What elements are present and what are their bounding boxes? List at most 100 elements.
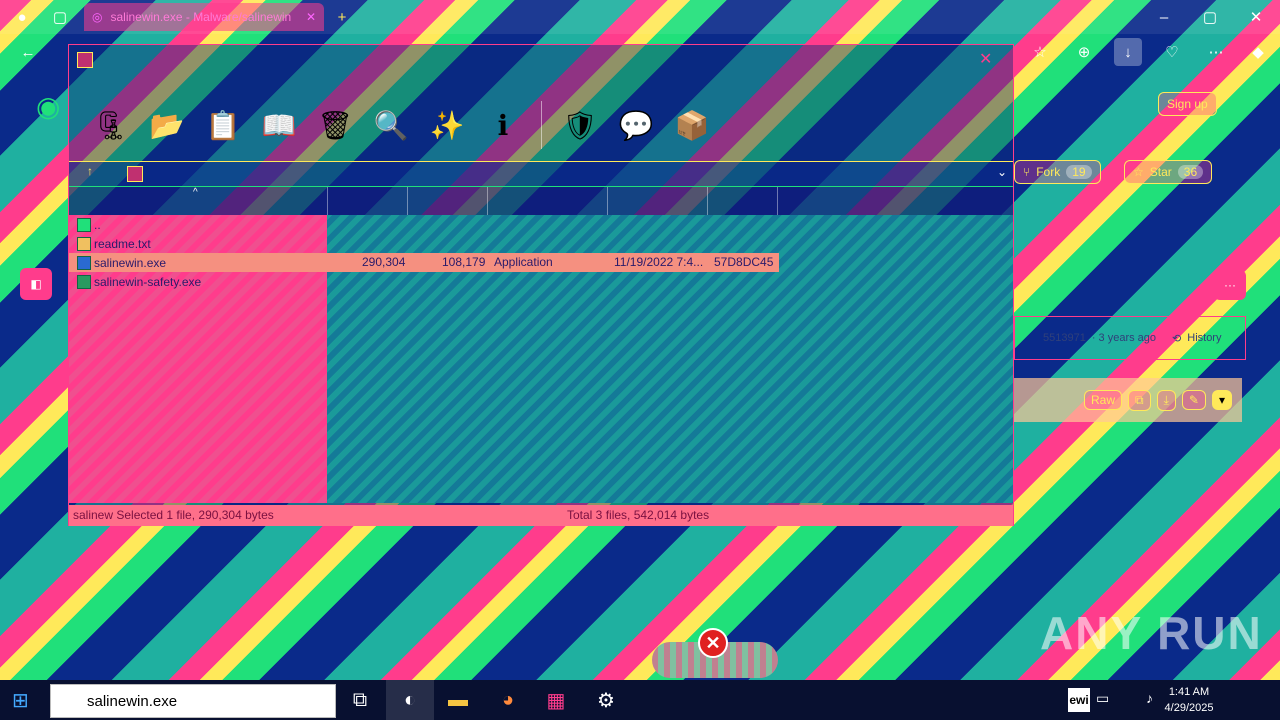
maximize-icon[interactable]: ▢ bbox=[1196, 3, 1224, 31]
column-divider[interactable] bbox=[487, 187, 488, 215]
archive-icon bbox=[127, 166, 143, 182]
file-crc: 57D8DC45 bbox=[714, 255, 774, 269]
start-icon[interactable]: ⊞ bbox=[12, 688, 29, 713]
volume-icon[interactable]: ♪ bbox=[1146, 690, 1153, 706]
find-icon[interactable]: 🔍 bbox=[363, 97, 419, 153]
downloads-icon[interactable]: ↓ bbox=[1114, 38, 1142, 66]
column-divider[interactable] bbox=[707, 187, 708, 215]
favorites-icon[interactable]: ☆ bbox=[1026, 38, 1054, 66]
download-icon[interactable]: ⤓ bbox=[1156, 389, 1176, 411]
sign-up-button[interactable]: Sign up bbox=[1158, 92, 1217, 116]
wizard-icon[interactable]: ✨ bbox=[419, 97, 475, 153]
taskbar-clock[interactable]: 1:41 AM 4/29/2025 bbox=[1154, 684, 1224, 716]
clock-time: 1:41 AM bbox=[1168, 686, 1210, 698]
browser-essentials-icon[interactable]: ♡ bbox=[1158, 38, 1186, 66]
file-name: readme.txt bbox=[94, 236, 151, 251]
add-icon[interactable]: 🗜 bbox=[83, 97, 139, 153]
address-path[interactable] bbox=[149, 166, 979, 184]
star-label: Star bbox=[1149, 165, 1172, 179]
info-icon[interactable]: ℹ bbox=[475, 97, 531, 153]
winrar-toolbar: 🗜 📂 📋 📖 🗑 🔍 ✨ ℹ 🛡 💬 📦 bbox=[69, 93, 1013, 157]
column-divider[interactable] bbox=[777, 187, 778, 215]
network-icon[interactable]: ▭ bbox=[1096, 690, 1109, 707]
winrar-app-icon bbox=[77, 52, 93, 68]
fork-icon: ⑂ bbox=[1023, 165, 1031, 179]
winrar-taskbar-icon[interactable]: ▦ bbox=[532, 680, 580, 720]
winrar-address-bar: ↑ ⌄ bbox=[69, 161, 1013, 187]
fork-count: 19 bbox=[1066, 165, 1092, 179]
up-folder-icon[interactable]: ↑ bbox=[79, 164, 101, 184]
exe-file-icon bbox=[77, 274, 91, 289]
extract-icon[interactable]: 📂 bbox=[139, 97, 195, 153]
list-item[interactable]: salinewin-safety.exe bbox=[69, 272, 779, 291]
copilot-icon[interactable]: ◆ bbox=[1244, 38, 1272, 66]
winrar-window: ✕ 🗜 📂 📋 📖 🗑 🔍 ✨ ℹ 🛡 💬 📦 ↑ ⌄ ^ .. readme.… bbox=[68, 44, 1014, 526]
chevron-down-icon[interactable]: ▾ bbox=[1211, 390, 1232, 410]
new-tab-button[interactable]: + bbox=[328, 3, 356, 31]
status-selection: salinew Selected 1 file, 290,304 bytes bbox=[73, 508, 274, 522]
raw-button[interactable]: Raw bbox=[1084, 390, 1123, 410]
more-options-button[interactable]: ··· bbox=[1214, 270, 1246, 300]
browser-tab-active[interactable]: ◎ salinewin.exe - Malware/salinewin ✕ bbox=[84, 3, 324, 31]
fork-button[interactable]: ⑂ Fork 19 bbox=[1014, 160, 1101, 184]
column-divider[interactable] bbox=[607, 187, 608, 215]
exe-file-icon bbox=[77, 255, 91, 270]
column-divider[interactable] bbox=[407, 187, 408, 215]
tab-actions-icon[interactable]: ▢ bbox=[46, 3, 74, 31]
taskbar-search-input[interactable]: salinewin.exe bbox=[50, 684, 336, 718]
file-list-header: ^ bbox=[69, 187, 1013, 215]
file-size: 290,304 bbox=[362, 255, 406, 269]
clock-date: 4/29/2025 bbox=[1164, 702, 1214, 714]
winrar-close-icon[interactable]: ✕ bbox=[979, 49, 992, 69]
history-link[interactable]: History bbox=[1187, 332, 1221, 344]
list-item-selected[interactable]: salinewin.exe 290,304 108,179 Applicatio… bbox=[69, 253, 779, 272]
winrar-titlebar: ✕ bbox=[69, 45, 1013, 75]
virus-scan-icon[interactable]: 🛡 bbox=[552, 97, 608, 153]
copy-icon[interactable]: ⧉ bbox=[1128, 389, 1151, 411]
winrar-status-bar: salinew Selected 1 file, 290,304 bytes T… bbox=[69, 505, 1013, 526]
delete-icon[interactable]: 🗑 bbox=[307, 97, 363, 153]
settings-icon[interactable]: ⚙ bbox=[582, 680, 630, 720]
github-favicon-icon: ◎ bbox=[92, 10, 103, 24]
more-icon[interactable]: ⋯ bbox=[1202, 38, 1230, 66]
file-type: Application bbox=[494, 255, 553, 269]
collections-icon[interactable]: ⊕ bbox=[1070, 38, 1098, 66]
sfx-icon[interactable]: 📦 bbox=[664, 97, 720, 153]
address-dropdown-icon[interactable]: ⌄ bbox=[997, 165, 1007, 179]
text-file-icon bbox=[77, 236, 91, 251]
star-icon: ☆ bbox=[1133, 165, 1144, 179]
tab-title: salinewin.exe - Malware/salinewin bbox=[110, 10, 292, 24]
parent-folder-icon bbox=[77, 217, 91, 232]
file-packed: 108,179 bbox=[442, 255, 486, 269]
test-icon[interactable]: 📋 bbox=[195, 97, 251, 153]
sidebar-toggle-icon[interactable]: ◧ bbox=[20, 268, 52, 300]
file-explorer-icon[interactable]: ▬ bbox=[434, 680, 482, 720]
edit-icon[interactable]: ✎ bbox=[1181, 390, 1206, 410]
status-total: Total 3 files, 542,014 bytes bbox=[567, 508, 710, 522]
back-icon[interactable]: ← bbox=[14, 38, 42, 66]
list-item[interactable]: readme.txt bbox=[69, 234, 779, 253]
edge-icon[interactable]: ◐ bbox=[386, 680, 434, 720]
profile-icon[interactable]: ● bbox=[8, 3, 36, 31]
firefox-icon[interactable]: ◕ bbox=[484, 680, 532, 720]
sort-arrow-icon: ^ bbox=[193, 187, 198, 198]
comment-icon[interactable]: 💬 bbox=[608, 97, 664, 153]
file-name: salinewin.exe bbox=[94, 255, 167, 270]
tray-app-label[interactable]: ewi bbox=[1068, 688, 1090, 712]
close-window-icon[interactable]: ✕ bbox=[1242, 3, 1270, 31]
task-view-icon[interactable]: ⧉ bbox=[336, 680, 384, 720]
file-modified: 11/19/2022 7:4... bbox=[614, 255, 704, 269]
file-name: .. bbox=[94, 217, 101, 232]
minimize-icon[interactable]: – bbox=[1150, 3, 1178, 31]
commit-hash[interactable]: 5513971 bbox=[1043, 332, 1086, 344]
file-list: .. readme.txt salinewin.exe 290,304 108,… bbox=[69, 215, 1013, 503]
commit-age: · 3 years ago bbox=[1091, 332, 1157, 344]
github-logo-icon[interactable]: ◉ bbox=[36, 90, 60, 123]
view-icon[interactable]: 📖 bbox=[251, 97, 307, 153]
latest-commit-bar: 5513971 · 3 years ago ⟲ History bbox=[1014, 316, 1246, 360]
list-item[interactable]: .. bbox=[69, 215, 779, 234]
column-divider[interactable] bbox=[327, 187, 328, 215]
tab-close-icon[interactable]: ✕ bbox=[306, 10, 316, 24]
toolbar-separator bbox=[541, 101, 542, 149]
star-button[interactable]: ☆ Star 36 bbox=[1124, 160, 1213, 184]
